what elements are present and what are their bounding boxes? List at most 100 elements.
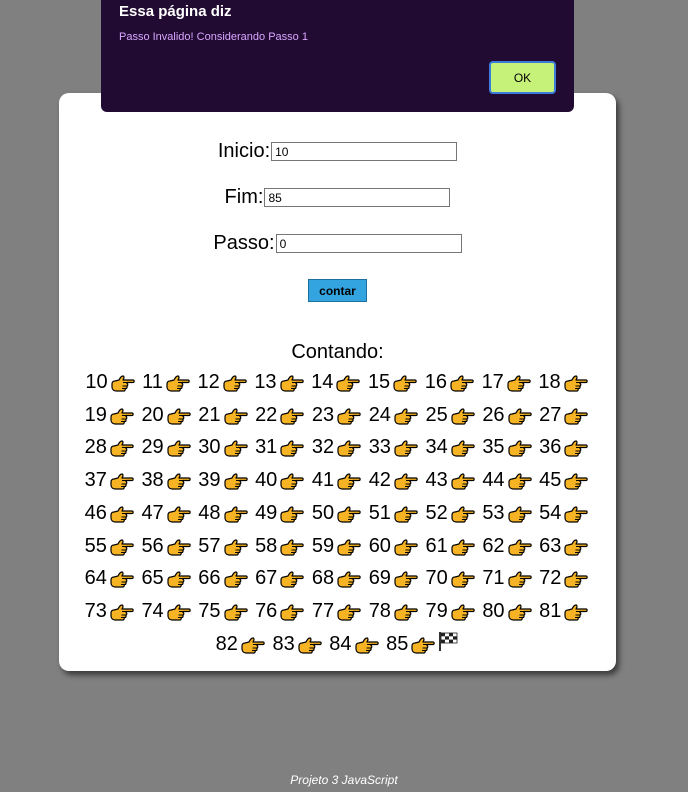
- count-step: 39: [198, 469, 249, 491]
- count-number: 34: [425, 436, 448, 459]
- count-number: 67: [255, 567, 278, 590]
- count-step: 62: [482, 535, 533, 557]
- count-number: 76: [255, 599, 278, 622]
- pointing-hand-icon: [109, 405, 135, 434]
- pointing-hand-icon: [507, 536, 533, 565]
- pointing-hand-icon: [166, 568, 192, 597]
- count-number: 29: [141, 436, 164, 459]
- count-number: 18: [538, 371, 561, 393]
- count-step: 74: [141, 600, 192, 622]
- count-number: 82: [215, 632, 238, 655]
- count-step: 27: [539, 404, 590, 426]
- count-step: 67: [255, 567, 306, 589]
- count-step: 16: [425, 371, 476, 393]
- count-step: 59: [312, 535, 363, 557]
- ok-button[interactable]: OK: [489, 61, 556, 94]
- count-step: 36: [539, 436, 590, 458]
- pointing-hand-icon: [279, 437, 305, 466]
- count-step: 35: [482, 436, 533, 458]
- count-number: 45: [539, 469, 562, 492]
- count-number: 33: [368, 436, 391, 459]
- inicio-input[interactable]: [271, 142, 458, 161]
- count-step: 63: [539, 535, 590, 557]
- count-step: 33: [369, 436, 420, 458]
- count-number: 79: [425, 599, 448, 622]
- count-step: 22: [255, 404, 306, 426]
- passo-input[interactable]: [275, 234, 462, 253]
- count-number: 35: [482, 436, 505, 459]
- count-step: 38: [141, 469, 192, 491]
- pointing-hand-icon: [393, 568, 419, 597]
- pointing-hand-icon: [279, 568, 305, 597]
- pointing-hand-icon: [393, 536, 419, 565]
- fim-row: Fim:: [59, 186, 616, 209]
- count-step: 85: [386, 633, 437, 655]
- count-number: 60: [368, 534, 391, 557]
- pointing-hand-icon: [563, 470, 589, 499]
- count-step: 65: [141, 567, 192, 589]
- count-step: 57: [198, 535, 249, 557]
- count-number: 62: [482, 534, 505, 557]
- pointing-hand-icon: [336, 601, 362, 630]
- count-number: 50: [311, 501, 335, 524]
- count-number: 77: [311, 599, 335, 622]
- count-number: 73: [84, 599, 107, 622]
- count-number: 85: [386, 632, 409, 655]
- count-number: 75: [198, 599, 221, 622]
- count-number: 49: [255, 501, 278, 524]
- passo-row: Passo:: [59, 232, 616, 255]
- count-number: 64: [84, 567, 107, 590]
- count-step: 37: [85, 469, 136, 491]
- count-number: 54: [539, 501, 562, 524]
- pointing-hand-icon: [450, 470, 476, 499]
- count-step: 70: [426, 567, 477, 589]
- count-number: 39: [198, 469, 221, 492]
- count-step: 15: [368, 371, 419, 393]
- count-number: 59: [311, 534, 335, 557]
- count-number: 69: [368, 567, 391, 590]
- count-step: 19: [85, 404, 136, 426]
- pointing-hand-icon: [507, 568, 533, 597]
- count-step: 84: [329, 633, 380, 655]
- count-step: 40: [255, 469, 306, 491]
- pointing-hand-icon: [166, 536, 192, 565]
- count-number: 47: [141, 501, 164, 524]
- count-number: 30: [198, 436, 221, 459]
- count-number: 84: [329, 632, 352, 655]
- pointing-hand-icon: [223, 405, 249, 434]
- count-number: 10: [85, 371, 108, 393]
- count-step: 55: [85, 535, 136, 557]
- count-step: 14: [311, 371, 362, 393]
- count-number: 13: [254, 371, 277, 393]
- count-number: 12: [197, 371, 220, 393]
- count-number: 19: [84, 403, 107, 426]
- count-step: 79: [426, 600, 477, 622]
- pointing-hand-icon: [563, 503, 589, 532]
- pointing-hand-icon: [450, 568, 476, 597]
- count-number: 63: [539, 534, 562, 557]
- count-number: 36: [539, 436, 562, 459]
- pointing-hand-icon: [223, 470, 249, 499]
- count-step: 10: [85, 371, 136, 393]
- count-number: 66: [198, 567, 221, 590]
- count-step: 30: [198, 436, 249, 458]
- count-step: 64: [85, 567, 136, 589]
- count-number: 22: [255, 403, 278, 426]
- pointing-hand-icon: [336, 536, 362, 565]
- count-step: 24: [369, 404, 420, 426]
- pointing-hand-icon: [166, 601, 192, 630]
- count-number: 55: [84, 534, 107, 557]
- pointing-hand-icon: [393, 470, 419, 499]
- pointing-hand-icon: [563, 372, 589, 401]
- count-number: 51: [368, 501, 391, 524]
- pointing-hand-icon: [507, 470, 533, 499]
- count-step: 28: [85, 436, 136, 458]
- passo-label: Passo:: [213, 232, 275, 254]
- count-number: 61: [425, 534, 448, 557]
- pointing-hand-icon: [279, 503, 305, 532]
- count-step: 13: [254, 371, 305, 393]
- count-step: 47: [141, 502, 192, 524]
- count-number: 44: [482, 469, 505, 492]
- fim-input[interactable]: [264, 188, 451, 207]
- contar-button[interactable]: contar: [308, 279, 367, 302]
